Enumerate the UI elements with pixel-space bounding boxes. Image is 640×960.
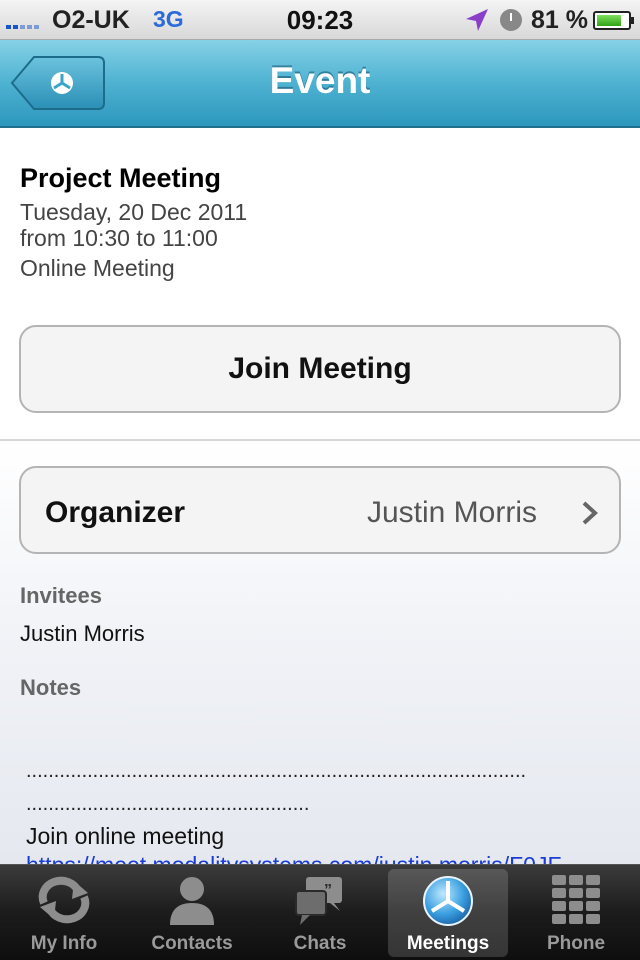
tab-my-info[interactable]: My Info (0, 865, 128, 960)
notes-separator-line-2: ........................................… (26, 793, 310, 815)
page-title: Event (269, 60, 371, 101)
notes-separator-line: ........................................… (26, 760, 527, 782)
svg-text:”: ” (324, 882, 332, 899)
invitee-item: Justin Morris (20, 621, 145, 646)
tab-bar: My Info Contacts ” Chats Meetings Phone (0, 864, 640, 960)
navigation-bar: Event (0, 40, 640, 128)
tab-label: Meetings (406, 933, 490, 954)
event-time: from 10:30 to 11:00 (20, 225, 218, 251)
tab-label: Chats (293, 933, 347, 954)
sync-icon (38, 876, 90, 924)
battery-icon (593, 11, 634, 30)
organizer-name: Justin Morris (366, 496, 537, 529)
chevron-right-icon (582, 501, 598, 525)
event-type: Online Meeting (20, 255, 175, 281)
battery-percent: 81 % (531, 6, 588, 34)
tab-contacts[interactable]: Contacts (128, 865, 256, 960)
tab-chats[interactable]: ” Chats (256, 865, 384, 960)
organizer-row[interactable]: Organizer Justin Morris (19, 466, 621, 554)
notes-join-text: Join online meeting (26, 823, 225, 849)
chat-bubbles-icon: ” (295, 877, 342, 925)
battery-level (597, 15, 622, 26)
clock-globe-icon (423, 876, 473, 926)
tab-label: My Info (30, 933, 98, 954)
event-title: Project Meeting (20, 163, 222, 193)
invitees-heading: Invitees (20, 583, 102, 608)
join-meeting-button[interactable]: Join Meeting (19, 325, 621, 413)
alarm-clock-icon (500, 9, 522, 31)
status-bar: O2-UK 3G 09:23 81 % (0, 0, 640, 40)
keypad-icon (552, 875, 600, 924)
person-icon (170, 877, 214, 925)
tab-label: Contacts (151, 933, 233, 954)
tab-label: Phone (546, 933, 606, 954)
location-arrow-icon (466, 9, 488, 31)
notes-heading: Notes (20, 675, 82, 700)
tab-meetings[interactable]: Meetings (388, 869, 508, 957)
organizer-label: Organizer (45, 496, 186, 529)
tab-phone[interactable]: Phone (512, 865, 640, 960)
event-date: Tuesday, 20 Dec 2011 (20, 199, 248, 225)
